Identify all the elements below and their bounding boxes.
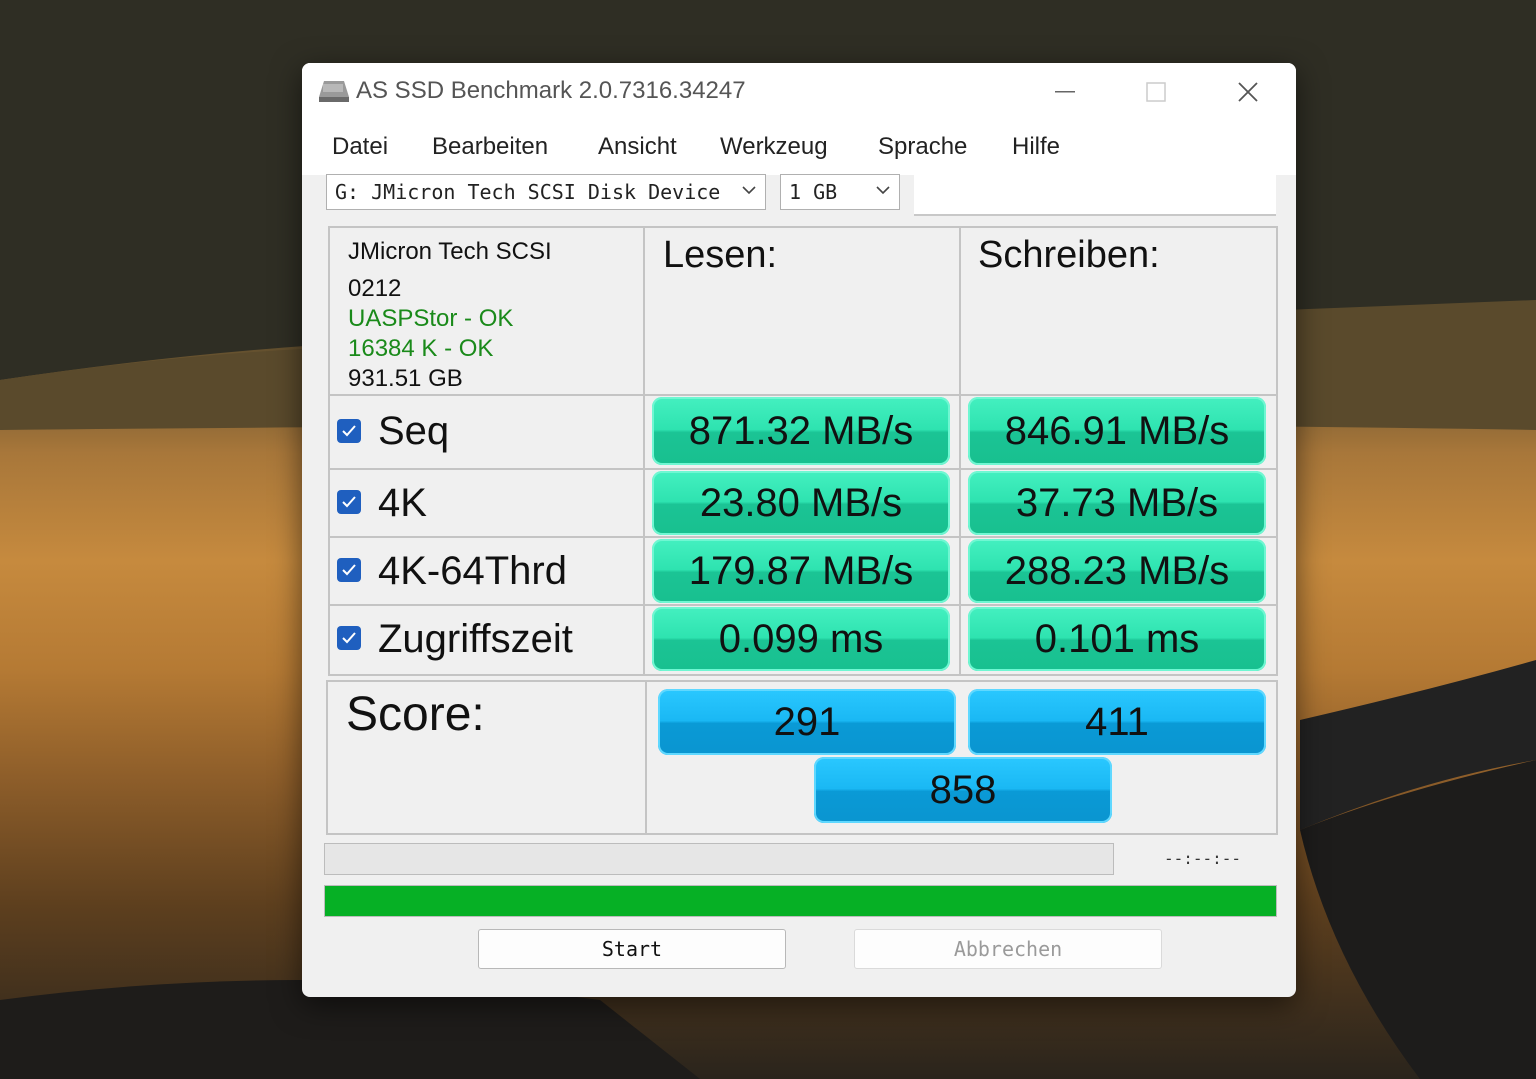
access-time-label: Zugriffszeit — [378, 617, 573, 661]
score-total: 858 — [814, 757, 1112, 823]
seq-write-result: 846.91 MB/s — [968, 397, 1266, 465]
minimize-button[interactable] — [1042, 73, 1088, 111]
app-window: AS SSD Benchmark 2.0.7316.34247 Datei Be… — [302, 63, 1296, 997]
read-header: Lesen: — [663, 234, 778, 276]
overall-progress-bar — [324, 885, 1277, 917]
access-time-read-result: 0.099 ms — [652, 607, 950, 671]
4k64-write-result: 288.23 MB/s — [968, 539, 1266, 603]
drive-icon — [319, 81, 349, 102]
write-header: Schreiben: — [978, 234, 1160, 276]
menu-ansicht[interactable]: Ansicht — [598, 133, 677, 161]
drive-firmware: 0212 — [348, 275, 402, 302]
size-select[interactable]: 1 GB — [780, 174, 900, 210]
driver-status: UASPStor - OK — [348, 305, 514, 332]
menu-sprache[interactable]: Sprache — [878, 133, 967, 161]
size-select-value: 1 GB — [789, 180, 838, 204]
4k64-read-result: 179.87 MB/s — [652, 539, 950, 603]
chevron-down-icon — [876, 186, 890, 195]
check-icon — [342, 425, 356, 437]
overall-progress-fill — [325, 886, 1276, 916]
4k-read-result: 23.80 MB/s — [652, 471, 950, 535]
start-button[interactable]: Start — [478, 929, 786, 969]
check-icon — [342, 564, 356, 576]
seq-checkbox[interactable] — [337, 419, 361, 443]
score-read: 291 — [658, 689, 956, 755]
drive-capacity: 931.51 GB — [348, 365, 463, 392]
seq-label: Seq — [378, 409, 450, 453]
close-icon — [1238, 82, 1258, 102]
menu-werkzeug[interactable]: Werkzeug — [720, 133, 828, 161]
chevron-down-icon — [742, 186, 756, 195]
menu-bearbeiten[interactable]: Bearbeiten — [432, 133, 548, 161]
maximize-button[interactable] — [1133, 73, 1179, 111]
4k-checkbox[interactable] — [337, 490, 361, 514]
alignment-status: 16384 K - OK — [348, 335, 494, 362]
access-time-checkbox[interactable] — [337, 626, 361, 650]
menu-hilfe[interactable]: Hilfe — [1012, 133, 1060, 161]
maximize-icon — [1146, 82, 1166, 102]
minimize-icon — [1055, 91, 1075, 93]
check-icon — [342, 632, 356, 644]
4k64-label: 4K-64Thrd — [378, 549, 567, 593]
elapsed-time: --:--:-- — [1164, 849, 1242, 868]
status-textbox[interactable] — [914, 174, 1276, 216]
menu-datei[interactable]: Datei — [332, 133, 388, 161]
check-icon — [342, 496, 356, 508]
menu-bar: Datei Bearbeiten Ansicht Werkzeug Sprach… — [302, 121, 1296, 175]
score-label: Score: — [346, 688, 485, 741]
4k-write-result: 37.73 MB/s — [968, 471, 1266, 535]
score-write: 411 — [968, 689, 1266, 755]
drive-select[interactable]: G: JMicron Tech SCSI Disk Device — [326, 174, 766, 210]
access-time-write-result: 0.101 ms — [968, 607, 1266, 671]
window-title: AS SSD Benchmark 2.0.7316.34247 — [356, 77, 746, 104]
test-progress-bar — [324, 843, 1114, 875]
seq-read-result: 871.32 MB/s — [652, 397, 950, 465]
title-bar[interactable]: AS SSD Benchmark 2.0.7316.34247 — [302, 63, 1296, 121]
close-button[interactable] — [1225, 73, 1271, 111]
drive-model: JMicron Tech SCSI — [348, 238, 552, 265]
drive-select-value: G: JMicron Tech SCSI Disk Device — [335, 180, 721, 204]
4k-label: 4K — [378, 481, 427, 525]
4k64-checkbox[interactable] — [337, 558, 361, 582]
cancel-button[interactable]: Abbrechen — [854, 929, 1162, 969]
